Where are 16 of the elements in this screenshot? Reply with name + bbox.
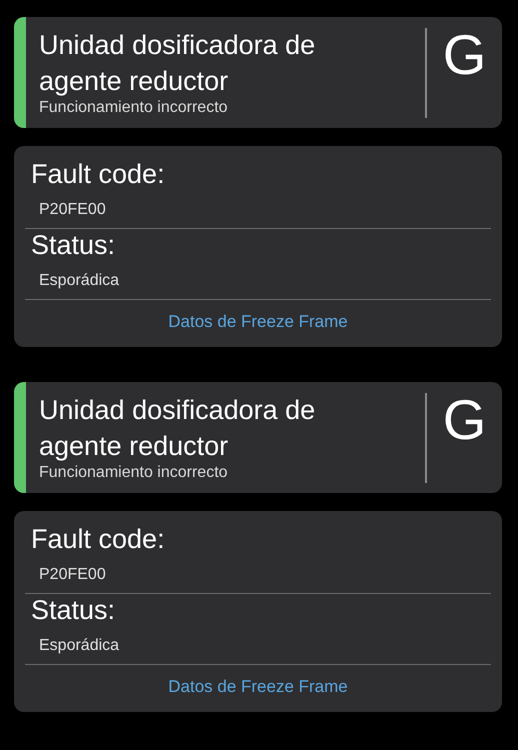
freeze-frame-link[interactable]: Datos de Freeze Frame <box>168 312 348 332</box>
field-label: Fault code: <box>30 158 166 190</box>
field-value: P20FE00 <box>25 190 491 229</box>
field-value: Esporádica <box>25 261 491 300</box>
fault-title: Unidad dosificadora de agente reductor <box>39 394 316 463</box>
freeze-frame-link[interactable]: Datos de Freeze Frame <box>168 677 348 697</box>
fault-subtitle: Funcionamiento incorrecto <box>39 99 229 117</box>
fault-subtitle: Funcionamiento incorrecto <box>39 464 229 482</box>
field-value: P20FE00 <box>25 555 491 594</box>
field-label: Status: <box>30 594 116 626</box>
field-label: Fault code: <box>30 523 166 555</box>
field-value: Esporádica <box>25 626 491 665</box>
grade-letter: G <box>442 390 486 450</box>
field-label: Status: <box>30 229 116 261</box>
grade-letter: G <box>442 25 486 85</box>
fault-title: Unidad dosificadora de agente reductor <box>39 29 316 98</box>
